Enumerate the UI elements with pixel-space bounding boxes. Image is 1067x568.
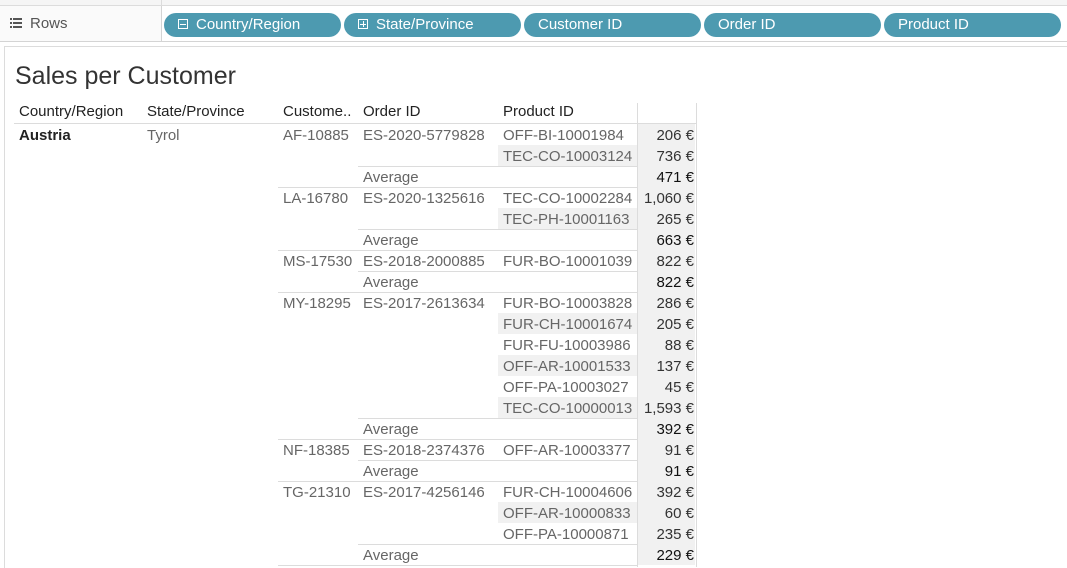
pill-order-id[interactable]: Order ID <box>704 13 881 37</box>
customer-id-cell[interactable]: LA-16780 <box>283 189 348 209</box>
sales-value[interactable]: 137 € <box>638 357 694 377</box>
sales-value[interactable]: 286 € <box>638 294 694 314</box>
header-divider <box>14 123 697 124</box>
header-customer-id[interactable]: Custome.. <box>283 103 351 120</box>
measure-column-right-border <box>696 103 697 567</box>
header-product-id[interactable]: Product ID <box>503 103 574 120</box>
header-order-id[interactable]: Order ID <box>363 103 421 120</box>
rows-shelf: Rows Country/Region State/Province Custo… <box>0 6 1067 42</box>
average-label: Average <box>363 547 419 564</box>
subtotal-divider <box>358 418 638 419</box>
country-cell[interactable]: Austria <box>19 126 71 146</box>
order-id-cell[interactable]: ES-2017-2613634 <box>363 294 485 314</box>
average-label: Average <box>363 421 419 438</box>
customer-id-cell[interactable]: MY-18295 <box>283 294 351 314</box>
customer-divider <box>278 250 638 251</box>
sales-value[interactable]: 392 € <box>638 483 694 503</box>
product-id-cell[interactable]: OFF-PA-10003027 <box>503 378 629 398</box>
customer-id-cell[interactable]: TG-21310 <box>283 483 351 503</box>
customer-id-cell[interactable]: MS-17530 <box>283 252 352 272</box>
sales-value[interactable]: 1,593 € <box>638 399 694 419</box>
average-value[interactable]: 822 € <box>638 273 694 293</box>
sales-value[interactable]: 822 € <box>638 252 694 272</box>
header-country-region[interactable]: Country/Region <box>19 103 123 120</box>
subtotal-divider <box>358 460 638 461</box>
customer-id-cell[interactable]: AF-10885 <box>283 126 349 146</box>
average-label: Average <box>363 232 419 249</box>
sales-value[interactable]: 235 € <box>638 525 694 545</box>
sales-value[interactable]: 205 € <box>638 315 694 335</box>
sales-value[interactable]: 88 € <box>638 336 694 356</box>
sales-value[interactable]: 45 € <box>638 378 694 398</box>
product-id-cell[interactable]: OFF-AR-10003377 <box>503 441 631 461</box>
customer-divider <box>278 481 638 482</box>
product-id-cell[interactable]: TEC-CO-10003124 <box>503 147 632 167</box>
rows-label: Rows <box>30 15 68 32</box>
rows-icon <box>10 18 22 28</box>
sales-value[interactable]: 60 € <box>638 504 694 524</box>
expand-icon[interactable] <box>358 19 368 30</box>
average-label: Average <box>363 274 419 291</box>
sales-value[interactable]: 91 € <box>638 441 694 461</box>
product-id-cell[interactable]: FUR-BO-10001039 <box>503 252 632 272</box>
average-value[interactable]: 471 € <box>638 168 694 188</box>
sheet-title: Sales per Customer <box>15 62 236 90</box>
pill-label: State/Province <box>376 16 474 33</box>
subtotal-divider <box>358 544 638 545</box>
pill-label: Country/Region <box>196 16 301 33</box>
pill-product-id[interactable]: Product ID <box>884 13 1061 37</box>
product-id-cell[interactable]: OFF-AR-10000833 <box>503 504 631 524</box>
rows-shelf-label: Rows <box>0 6 162 41</box>
pill-country-region[interactable]: Country/Region <box>164 13 341 37</box>
product-id-cell[interactable]: TEC-PH-10001163 <box>503 210 629 230</box>
collapse-icon[interactable] <box>178 19 188 30</box>
average-label: Average <box>363 169 419 186</box>
product-id-cell[interactable]: TEC-CO-10002284 <box>503 189 632 209</box>
pill-label: Order ID <box>718 16 776 33</box>
product-id-cell[interactable]: TEC-CO-10000013 <box>503 399 632 419</box>
sales-value[interactable]: 206 € <box>638 126 694 146</box>
order-id-cell[interactable]: ES-2020-1325616 <box>363 189 485 209</box>
pill-state-province[interactable]: State/Province <box>344 13 521 37</box>
pill-customer-id[interactable]: Customer ID <box>524 13 701 37</box>
subtotal-divider <box>358 166 638 167</box>
average-value[interactable]: 91 € <box>638 462 694 482</box>
customer-divider <box>278 292 638 293</box>
pill-label: Customer ID <box>538 16 623 33</box>
state-cell[interactable]: Tyrol <box>147 126 180 146</box>
order-id-cell[interactable]: ES-2018-2000885 <box>363 252 485 272</box>
average-value[interactable]: 229 € <box>638 546 694 566</box>
product-id-cell[interactable]: FUR-CH-10001674 <box>503 315 632 335</box>
customer-divider <box>278 439 638 440</box>
product-id-cell[interactable]: FUR-CH-10004606 <box>503 483 632 503</box>
product-id-cell[interactable]: OFF-BI-10001984 <box>503 126 624 146</box>
subtotal-divider <box>358 229 638 230</box>
pill-label: Product ID <box>898 16 969 33</box>
product-id-cell[interactable]: FUR-BO-10003828 <box>503 294 632 314</box>
order-id-cell[interactable]: ES-2020-5779828 <box>363 126 485 146</box>
header-state-province[interactable]: State/Province <box>147 103 245 120</box>
customer-divider <box>278 187 638 188</box>
product-id-cell[interactable]: OFF-AR-10001533 <box>503 357 631 377</box>
average-value[interactable]: 663 € <box>638 231 694 251</box>
average-label: Average <box>363 463 419 480</box>
order-id-cell[interactable]: ES-2018-2374376 <box>363 441 485 461</box>
subtotal-divider <box>358 271 638 272</box>
sales-value[interactable]: 736 € <box>638 147 694 167</box>
customer-divider <box>278 565 638 566</box>
product-id-cell[interactable]: FUR-FU-10003986 <box>503 336 631 356</box>
sales-value[interactable]: 1,060 € <box>638 189 694 209</box>
average-value[interactable]: 392 € <box>638 420 694 440</box>
order-id-cell[interactable]: ES-2017-4256146 <box>363 483 485 503</box>
product-id-cell[interactable]: OFF-PA-10000871 <box>503 525 629 545</box>
customer-id-cell[interactable]: NF-18385 <box>283 441 350 461</box>
sales-value[interactable]: 265 € <box>638 210 694 230</box>
